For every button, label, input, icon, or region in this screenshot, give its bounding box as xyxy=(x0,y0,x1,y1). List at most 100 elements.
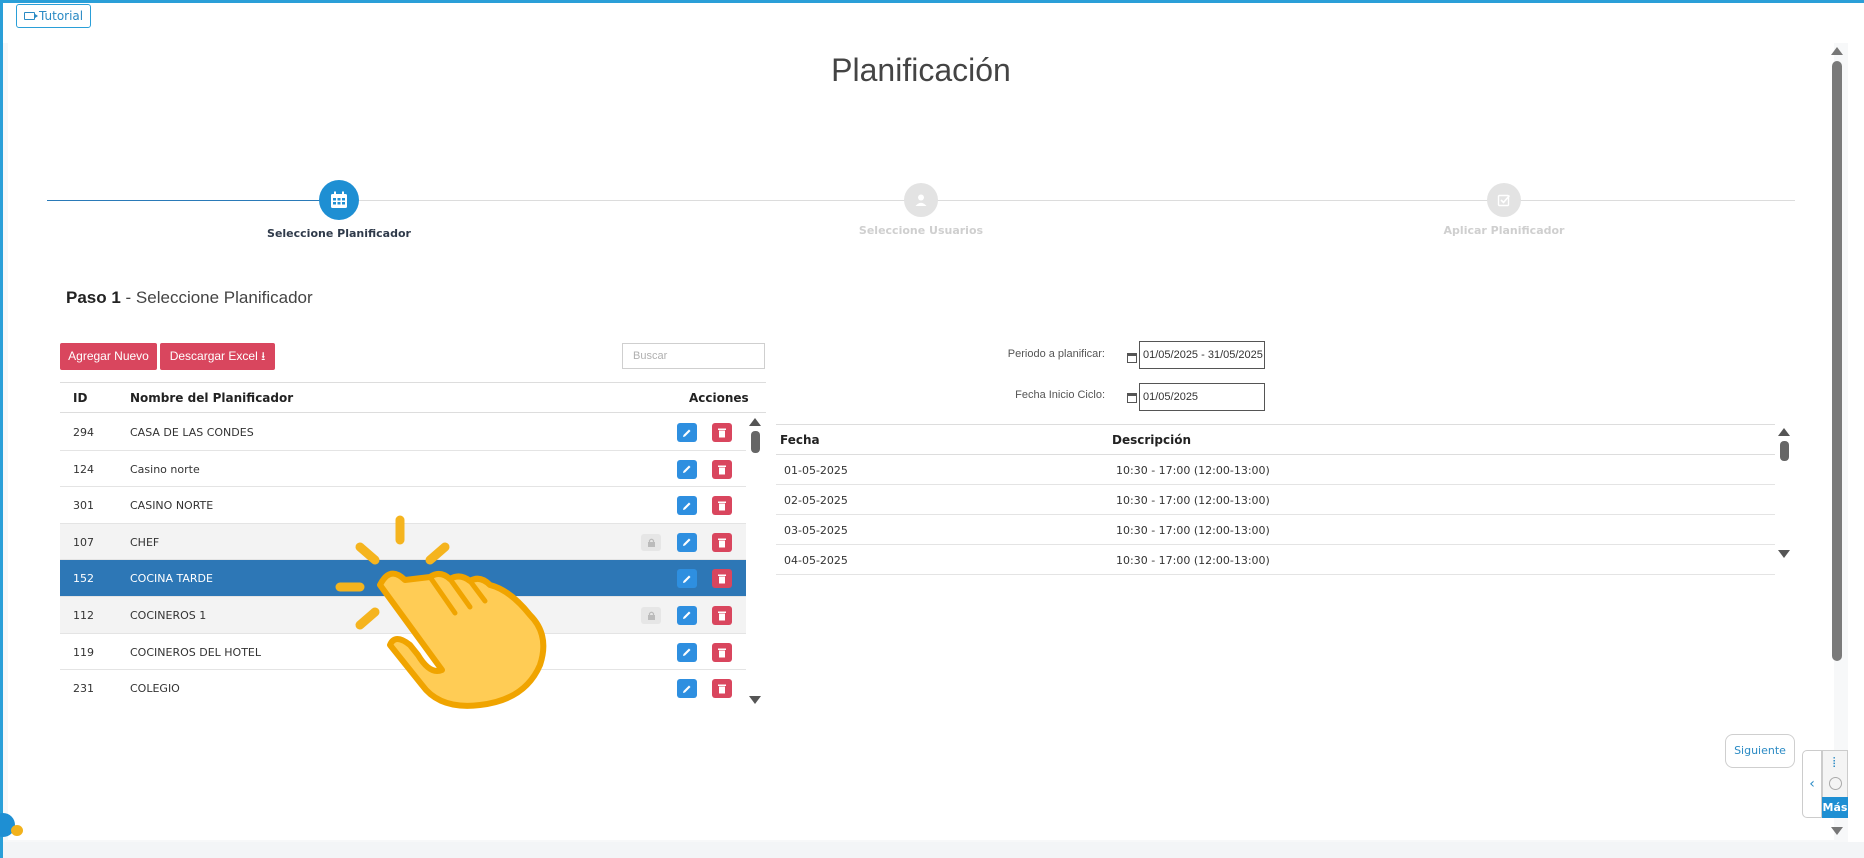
column-header-actions: Acciones xyxy=(689,391,749,405)
edit-pencil-icon[interactable] xyxy=(677,423,697,442)
table-row[interactable]: 231 COLEGIO xyxy=(60,670,746,706)
chat-badge xyxy=(11,825,23,836)
row-id: 112 xyxy=(73,608,94,622)
row-id: 301 xyxy=(73,499,94,513)
edit-pencil-icon[interactable] xyxy=(677,605,697,625)
delete-trash-icon[interactable] xyxy=(712,679,732,699)
row-id: 107 xyxy=(73,535,94,549)
scroll-down-icon[interactable] xyxy=(1778,550,1790,558)
schedule-table-body: 01-05-2025 10:30 - 17:00 (12:00-13:00) 02-… xyxy=(776,455,1775,575)
table-row[interactable]: 112 COCINEROS 1 xyxy=(60,596,746,634)
edit-pencil-icon[interactable] xyxy=(677,569,697,589)
schedule-table-header: Fecha Descripción xyxy=(776,424,1775,455)
column-header-date: Fecha xyxy=(780,433,820,447)
table-row: 01-05-2025 10:30 - 17:00 (12:00-13:00) xyxy=(776,455,1775,485)
row-name: CHEF xyxy=(130,535,160,549)
top-bar xyxy=(3,3,1848,43)
lock-icon xyxy=(641,606,661,624)
download-icon: ⭳ xyxy=(261,349,266,363)
page-scroll-thumb[interactable] xyxy=(1832,61,1842,661)
table-row[interactable]: 124 Casino norte xyxy=(60,451,746,488)
step-heading-text: - Seleccione Planificador xyxy=(120,288,313,307)
calendar-icon xyxy=(1127,353,1137,363)
stepper-progress-line xyxy=(47,200,339,201)
download-excel-button[interactable]: Descargar Excel ⭳ xyxy=(160,343,275,370)
edit-pencil-icon[interactable] xyxy=(677,459,697,479)
row-date: 02-05-2025 xyxy=(784,494,848,507)
chevron-left-icon[interactable]: ‹ xyxy=(1802,750,1822,818)
scroll-down-icon[interactable] xyxy=(749,696,761,704)
row-name: Casino norte xyxy=(130,462,200,476)
scroll-up-icon[interactable] xyxy=(1778,428,1790,436)
scroll-thumb[interactable] xyxy=(1779,441,1789,461)
row-date: 04-05-2025 xyxy=(784,554,848,567)
table-row: 03-05-2025 10:30 - 17:00 (12:00-13:00) xyxy=(776,515,1775,545)
scroll-up-icon[interactable] xyxy=(1831,47,1843,55)
search-input[interactable] xyxy=(622,343,765,369)
calendar-icon xyxy=(1127,393,1137,403)
step-3-label: Aplicar Planificador xyxy=(1443,224,1565,237)
delete-trash-icon[interactable] xyxy=(712,496,732,516)
row-date: 01-05-2025 xyxy=(784,464,848,477)
row-name: COCINA TARDE xyxy=(130,572,213,586)
schedule-scrollbar[interactable] xyxy=(1777,428,1791,558)
tutorial-button[interactable]: Tutorial xyxy=(16,4,92,28)
row-id: 124 xyxy=(73,462,94,476)
table-row[interactable]: 107 CHEF xyxy=(60,523,746,561)
table-row[interactable]: 294 CASA DE LAS CONDES xyxy=(60,414,746,451)
row-id: 294 xyxy=(73,426,94,439)
edit-pencil-icon[interactable] xyxy=(677,496,697,516)
edit-pencil-icon[interactable] xyxy=(677,679,697,699)
table-row[interactable]: 152 COCINA TARDE xyxy=(60,560,746,597)
step-heading-bold: Paso 1 xyxy=(66,288,121,307)
cycle-start-input[interactable]: 01/05/2025 xyxy=(1139,383,1265,411)
scroll-down-icon[interactable] xyxy=(1831,827,1843,835)
schedule-table: Fecha Descripción 01-05-2025 10:30 - 17:0… xyxy=(776,424,1775,575)
row-id: 152 xyxy=(73,572,94,586)
next-button[interactable]: Siguiente xyxy=(1725,734,1795,768)
column-header-name: Nombre del Planificador xyxy=(130,391,294,405)
delete-trash-icon[interactable] xyxy=(712,459,732,479)
row-description: 10:30 - 17:00 (12:00-13:00) xyxy=(1116,494,1270,507)
edit-pencil-icon[interactable] xyxy=(677,532,697,552)
row-name: COLEGIO xyxy=(130,682,180,696)
scroll-thumb[interactable] xyxy=(750,431,760,453)
table-row: 02-05-2025 10:30 - 17:00 (12:00-13:00) xyxy=(776,485,1775,515)
delete-trash-icon[interactable] xyxy=(712,605,732,625)
bottom-bar xyxy=(3,842,1864,858)
period-label: Periodo a planificar: xyxy=(1007,348,1105,360)
drag-handle-icon[interactable]: ⡇ xyxy=(1832,757,1839,768)
table-row: 04-05-2025 10:30 - 17:00 (12:00-13:00) xyxy=(776,545,1775,575)
delete-trash-icon[interactable] xyxy=(712,423,732,442)
table-row[interactable]: 301 CASINO NORTE xyxy=(60,487,746,524)
row-description: 10:30 - 17:00 (12:00-13:00) xyxy=(1116,464,1270,477)
more-button[interactable]: Más xyxy=(1822,797,1848,818)
planners-table: ID Nombre del Planificador Acciones xyxy=(60,382,766,413)
page-scrollbar[interactable] xyxy=(1830,47,1844,837)
period-input[interactable]: 01/05/2025 - 31/05/2025 xyxy=(1139,341,1265,369)
tutorial-label: Tutorial xyxy=(39,9,84,23)
table-row[interactable]: 119 COCINEROS DEL HOTEL xyxy=(60,634,746,671)
step-heading: Paso 1 - Seleccione Planificador xyxy=(66,288,313,308)
lock-icon xyxy=(641,533,661,551)
step-2-label: Seleccione Usuarios xyxy=(858,224,984,237)
step-2-user-icon[interactable] xyxy=(904,183,938,217)
row-name: CASINO NORTE xyxy=(130,499,214,513)
step-1-calendar-icon[interactable] xyxy=(319,180,359,220)
scroll-up-icon[interactable] xyxy=(749,418,761,426)
delete-trash-icon[interactable] xyxy=(712,642,732,662)
delete-trash-icon[interactable] xyxy=(712,569,732,589)
clock-icon[interactable] xyxy=(1829,777,1842,790)
planners-table-header: ID Nombre del Planificador Acciones xyxy=(60,382,766,413)
row-name: COCINEROS 1 xyxy=(130,608,207,622)
add-new-button[interactable]: Agregar Nuevo xyxy=(60,343,157,370)
row-date: 03-05-2025 xyxy=(784,524,848,537)
edit-pencil-icon[interactable] xyxy=(677,642,697,662)
column-header-id: ID xyxy=(73,391,88,405)
step-1-label: Seleccione Planificador xyxy=(267,227,411,240)
download-excel-label: Descargar Excel xyxy=(169,349,258,363)
delete-trash-icon[interactable] xyxy=(712,532,732,552)
step-3-check-icon[interactable] xyxy=(1487,183,1521,217)
planners-scrollbar[interactable] xyxy=(748,418,762,706)
video-camera-icon xyxy=(24,12,38,20)
